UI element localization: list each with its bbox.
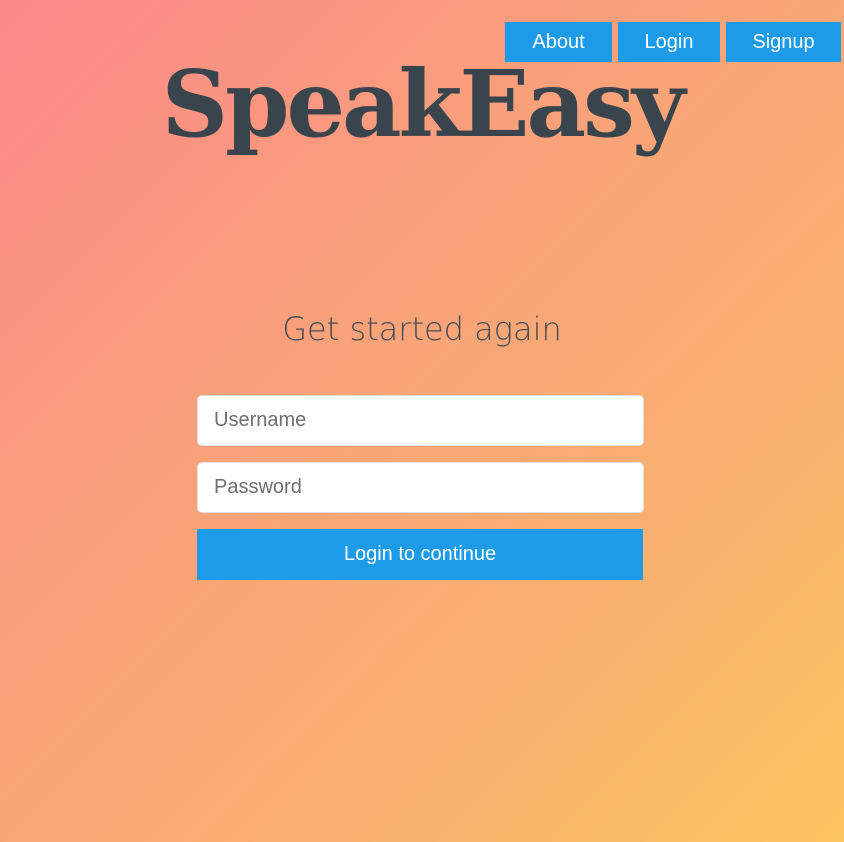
username-input[interactable] [197,395,644,446]
page-subtitle: Get started again [282,310,562,348]
login-submit-button[interactable]: Login to continue [197,529,643,580]
site-logo: SpeakEasy [161,50,686,158]
login-form: Login to continue [197,395,644,580]
password-input[interactable] [197,462,644,513]
